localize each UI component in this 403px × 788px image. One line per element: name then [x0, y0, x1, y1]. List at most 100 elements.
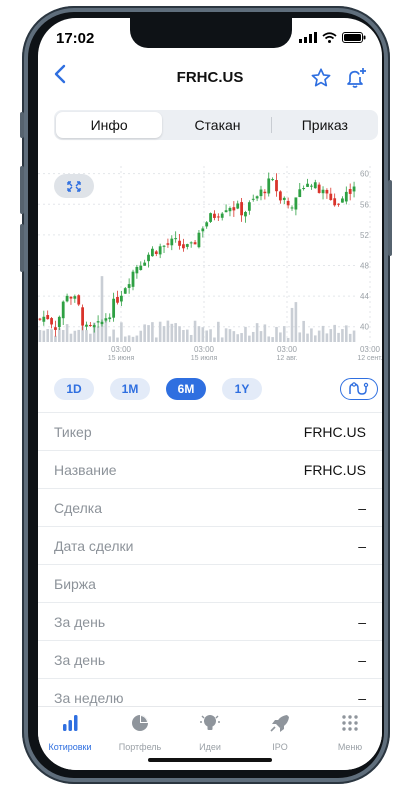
volume-bar	[290, 307, 294, 342]
period-1y-button[interactable]: 1Y	[222, 378, 262, 400]
info-row-trade-date[interactable]: Дата сделки –	[38, 526, 382, 564]
candle-body	[271, 179, 275, 181]
candle-body	[282, 197, 286, 200]
volume-bar	[255, 323, 259, 342]
volume-bar	[317, 330, 321, 342]
home-indicator	[148, 758, 272, 762]
candle-body	[244, 212, 247, 217]
add-alert-button[interactable]	[344, 66, 368, 95]
volume-bar	[120, 322, 123, 342]
star-icon	[311, 68, 331, 87]
expand-chart-button[interactable]	[54, 174, 94, 198]
volume-bar	[123, 336, 127, 342]
volume-bar	[352, 330, 356, 342]
candle-body	[143, 262, 147, 266]
indicators-button[interactable]	[340, 378, 378, 400]
info-row-ticker[interactable]: Тикер FRHC.US	[38, 412, 382, 450]
volume-bar	[337, 332, 340, 342]
tabbar-item-portfolio[interactable]: Портфель	[110, 713, 170, 752]
volume-bar	[345, 325, 348, 342]
info-value: –	[358, 689, 366, 706]
volume-bar	[108, 336, 112, 342]
candle-body	[139, 265, 143, 271]
candle-body	[108, 317, 112, 320]
candle-body	[46, 315, 50, 320]
candle-body	[189, 242, 193, 244]
candle-body	[127, 284, 131, 288]
candle-body	[50, 318, 53, 325]
volume-up-button	[20, 166, 24, 214]
volume-bar	[232, 331, 236, 342]
volume-bar	[174, 323, 177, 342]
info-label: Сделка	[54, 499, 102, 516]
candle-body	[201, 228, 205, 232]
volume-bar	[178, 326, 181, 342]
candle-body	[236, 203, 240, 209]
period-1m-button[interactable]: 1M	[110, 378, 150, 400]
candle-body	[38, 318, 42, 320]
period-6m-button[interactable]: 6M	[166, 378, 206, 400]
candle-body	[317, 184, 321, 193]
candle-body	[73, 296, 77, 299]
candle-body	[197, 232, 201, 248]
info-row-name[interactable]: Название FRHC.US	[38, 450, 382, 488]
candle-body	[275, 180, 278, 192]
y-tick-label: 48	[360, 261, 369, 270]
tabbar-item-quotes[interactable]: Котировки	[40, 713, 100, 752]
volume-bar	[348, 333, 352, 342]
y-tick-label: 60	[360, 170, 369, 179]
x-tick-time: 03:00	[194, 345, 215, 354]
volume-bar	[69, 333, 73, 342]
favorite-button[interactable]	[310, 67, 332, 94]
candle-body	[216, 216, 220, 218]
volume-bar	[77, 329, 81, 342]
tab-order[interactable]: Приказ	[272, 110, 378, 140]
candle-body	[329, 193, 333, 200]
volume-bar	[58, 328, 61, 342]
candle-body	[112, 298, 116, 318]
candle-body	[306, 183, 309, 187]
tabbar-item-ideas[interactable]: Идеи	[180, 713, 240, 752]
candle-body	[286, 200, 290, 206]
x-tick-time: 03:00	[277, 345, 298, 354]
info-row-trade[interactable]: Сделка –	[38, 488, 382, 526]
tab-orderbook[interactable]: Стакан	[164, 110, 270, 140]
volume-bar	[213, 337, 216, 342]
candle-body	[247, 202, 251, 211]
candle-body	[100, 321, 104, 325]
tabbar-item-ipo[interactable]: IPO	[250, 713, 310, 752]
tab-info[interactable]: Инфо	[56, 112, 163, 138]
info-label: Биржа	[54, 575, 96, 592]
price-chart[interactable]: 60 56 52 48 44 40 03:00 15 июня 03:00 15 июля 03:0…	[38, 156, 382, 388]
candle-body	[255, 196, 259, 199]
candle-body	[313, 182, 317, 189]
volume-bar	[104, 320, 108, 342]
candle-body	[123, 288, 127, 294]
info-row-day-2[interactable]: За день –	[38, 640, 382, 678]
candle-body	[178, 240, 181, 246]
power-button	[388, 180, 392, 256]
candle-body	[182, 244, 185, 249]
info-row-day[interactable]: За день –	[38, 602, 382, 640]
rocket-icon	[270, 715, 289, 732]
segmented-control: Инфо Стакан Приказ	[54, 110, 378, 140]
x-tick-date: 12 авг.	[277, 355, 298, 362]
candle-body	[352, 186, 356, 192]
tabbar-item-menu[interactable]: Меню	[320, 713, 380, 752]
candle-body	[344, 191, 348, 202]
volume-bar	[329, 329, 333, 342]
candle-body	[267, 178, 271, 194]
info-row-exchange[interactable]: Биржа	[38, 564, 382, 602]
period-1d-button[interactable]: 1D	[54, 378, 94, 400]
candle-body	[69, 296, 73, 299]
volume-bar	[166, 320, 170, 342]
volume-bar	[193, 320, 197, 342]
volume-bar	[96, 326, 100, 342]
candle-body	[337, 203, 340, 205]
volume-bar	[279, 332, 282, 342]
volume-bar	[151, 322, 154, 342]
status-time: 17:02	[56, 30, 95, 47]
volume-bar	[313, 335, 317, 342]
candle-body	[310, 185, 313, 187]
tabbar-label: Портфель	[118, 742, 162, 752]
